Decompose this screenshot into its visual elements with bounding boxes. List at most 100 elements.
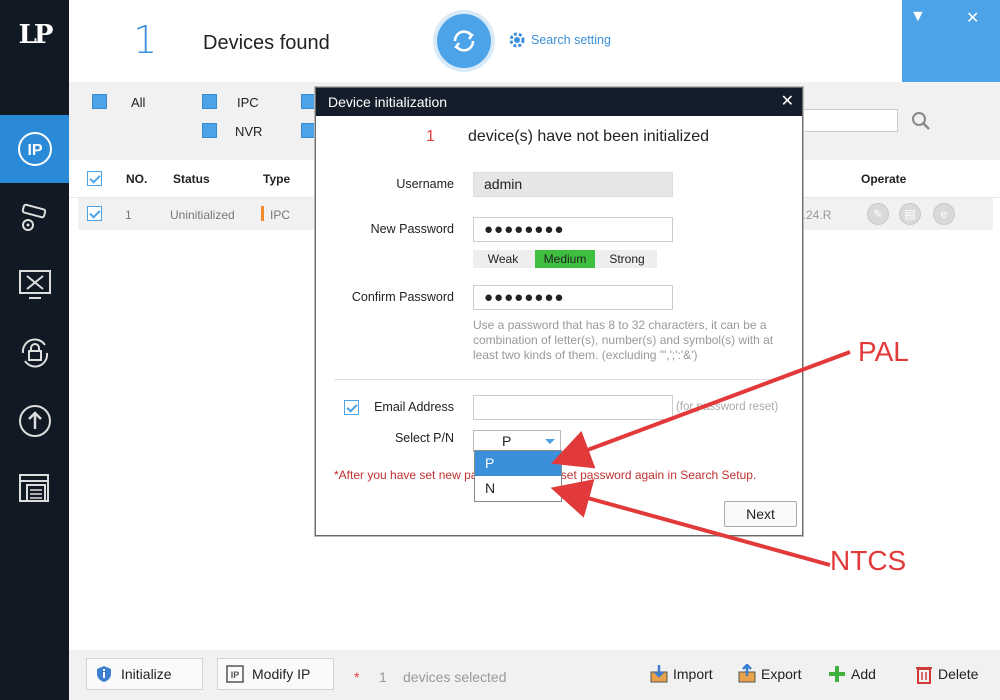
filter-search-input[interactable]	[799, 109, 898, 132]
new-password-label: New Password	[370, 222, 454, 236]
dialog-divider	[334, 379, 784, 380]
col-type: Type	[263, 172, 291, 186]
chevron-down-icon	[545, 439, 555, 444]
initialize-label: Initialize	[121, 666, 172, 682]
selected-text: devices selected	[403, 669, 507, 685]
search-setting-label: Search setting	[531, 33, 611, 47]
type-marker	[261, 206, 264, 221]
ip-edit-icon: IP	[226, 665, 244, 683]
email-label: Email Address	[374, 400, 454, 414]
shield-info-icon	[97, 666, 111, 682]
dialog-title-bar: Device initialization ✕	[316, 88, 802, 116]
password-hint: Use a password that has 8 to 32 characte…	[473, 318, 774, 362]
sidebar-item-password-reset[interactable]	[0, 319, 69, 387]
app-window: LP IP 1 Devices found Search setting ▼ ✕…	[0, 0, 1000, 700]
document-list-icon	[18, 474, 49, 502]
device-initialization-dialog: Device initialization ✕ 1 device(s) have…	[315, 87, 803, 536]
filter-ipc-checkbox[interactable]	[202, 94, 217, 109]
modify-ip-button[interactable]: IP Modify IP	[217, 658, 334, 690]
filter-other-checkbox[interactable]	[301, 94, 316, 109]
sidebar-item-documents[interactable]	[0, 455, 69, 523]
ip-icon: IP	[17, 132, 52, 166]
tools-icon	[18, 270, 51, 299]
row-checkbox[interactable]	[87, 206, 102, 221]
filter-ipc-label: IPC	[237, 95, 259, 110]
window-close-button[interactable]: ✕	[966, 8, 979, 28]
col-no: NO.	[126, 172, 148, 186]
add-button[interactable]: Add	[827, 664, 876, 684]
initialize-button[interactable]: Initialize	[86, 658, 203, 690]
web-button[interactable]: e	[933, 203, 955, 225]
strength-medium: Medium	[535, 250, 595, 268]
camera-gear-icon	[21, 203, 46, 231]
sidebar-item-upgrade[interactable]	[0, 387, 69, 455]
username-label: Username	[396, 177, 454, 191]
uninitialized-text: device(s) have not been initialized	[468, 128, 710, 145]
minimize-button[interactable]: ▼	[910, 8, 926, 26]
filter-nvr-checkbox[interactable]	[202, 123, 217, 138]
browser-icon: e	[940, 207, 948, 221]
pencil-icon: ✎	[872, 207, 884, 221]
window-controls: ▼ ✕	[902, 0, 1000, 82]
row-status: Uninitialized	[170, 208, 235, 222]
bottom-toolbar: Initialize IP Modify IP * 1 devices sele…	[69, 650, 1000, 700]
dialog-title: Device initialization	[328, 94, 448, 110]
document-icon: ▤	[904, 207, 916, 221]
filter-other-2-checkbox[interactable]	[301, 123, 316, 138]
sidebar: LP IP	[0, 0, 69, 700]
ntcs-annotation: NTCS	[830, 545, 907, 576]
import-label: Import	[673, 666, 713, 682]
svg-text:IP: IP	[27, 142, 42, 159]
row-type: IPC	[270, 208, 291, 222]
confirm-password-label: Confirm Password	[351, 290, 454, 304]
strength-strong: Strong	[609, 252, 645, 266]
select-pn-label: Select P/N	[394, 431, 454, 445]
uninitialized-count: 1	[426, 128, 435, 145]
app-logo: LP	[18, 20, 54, 50]
header: 1 Devices found Search setting ▼ ✕	[69, 0, 1000, 82]
filter-all-checkbox[interactable]	[92, 94, 107, 109]
selected-star: *	[354, 669, 360, 685]
devices-found-label: Devices found	[203, 32, 330, 54]
refresh-search-button[interactable]	[437, 14, 491, 68]
export-label: Export	[761, 666, 802, 682]
selected-count: 1	[379, 669, 387, 685]
modify-ip-label: Modify IP	[252, 666, 311, 682]
next-button[interactable]: Next	[724, 501, 797, 527]
search-icon[interactable]	[910, 110, 932, 132]
filter-nvr-label: NVR	[235, 124, 263, 139]
upgrade-icon	[18, 405, 51, 437]
pn-option-n[interactable]: N	[475, 476, 561, 501]
gear-icon	[509, 32, 525, 48]
import-icon	[650, 665, 668, 683]
lock-refresh-icon	[21, 338, 48, 368]
export-icon	[738, 664, 756, 683]
password-strength-meter: Weak Medium Strong	[473, 250, 657, 268]
col-status: Status	[173, 172, 210, 186]
dialog-close-button[interactable]: ✕	[781, 88, 794, 116]
new-password-field[interactable]: ●●●●●●●●	[473, 217, 673, 242]
detail-button[interactable]: ▤	[899, 203, 921, 225]
export-button[interactable]: Export	[737, 664, 801, 684]
trash-icon	[916, 667, 932, 684]
delete-button[interactable]: Delete	[914, 664, 978, 684]
pn-option-p[interactable]: P	[475, 451, 561, 476]
pn-selected-value: P	[502, 433, 512, 449]
svg-text:IP: IP	[231, 670, 240, 680]
pal-annotation: PAL	[858, 336, 909, 367]
add-label: Add	[851, 666, 876, 682]
sidebar-item-device-config[interactable]	[0, 183, 69, 251]
pn-select[interactable]: P	[473, 430, 561, 452]
email-field[interactable]	[473, 395, 673, 420]
search-setting-link[interactable]: Search setting	[507, 30, 611, 50]
import-button[interactable]: Import	[649, 664, 713, 684]
edit-button[interactable]: ✎	[867, 203, 889, 225]
col-operate: Operate	[861, 172, 907, 186]
devices-found-count: 1	[133, 18, 158, 62]
confirm-password-field[interactable]: ●●●●●●●●	[473, 285, 673, 310]
sidebar-item-tools[interactable]	[0, 251, 69, 319]
sidebar-item-ip-config[interactable]: IP	[0, 115, 69, 183]
row-no: 1	[125, 208, 132, 222]
email-note: (for password reset)	[676, 401, 779, 413]
select-all-checkbox[interactable]	[87, 171, 102, 186]
